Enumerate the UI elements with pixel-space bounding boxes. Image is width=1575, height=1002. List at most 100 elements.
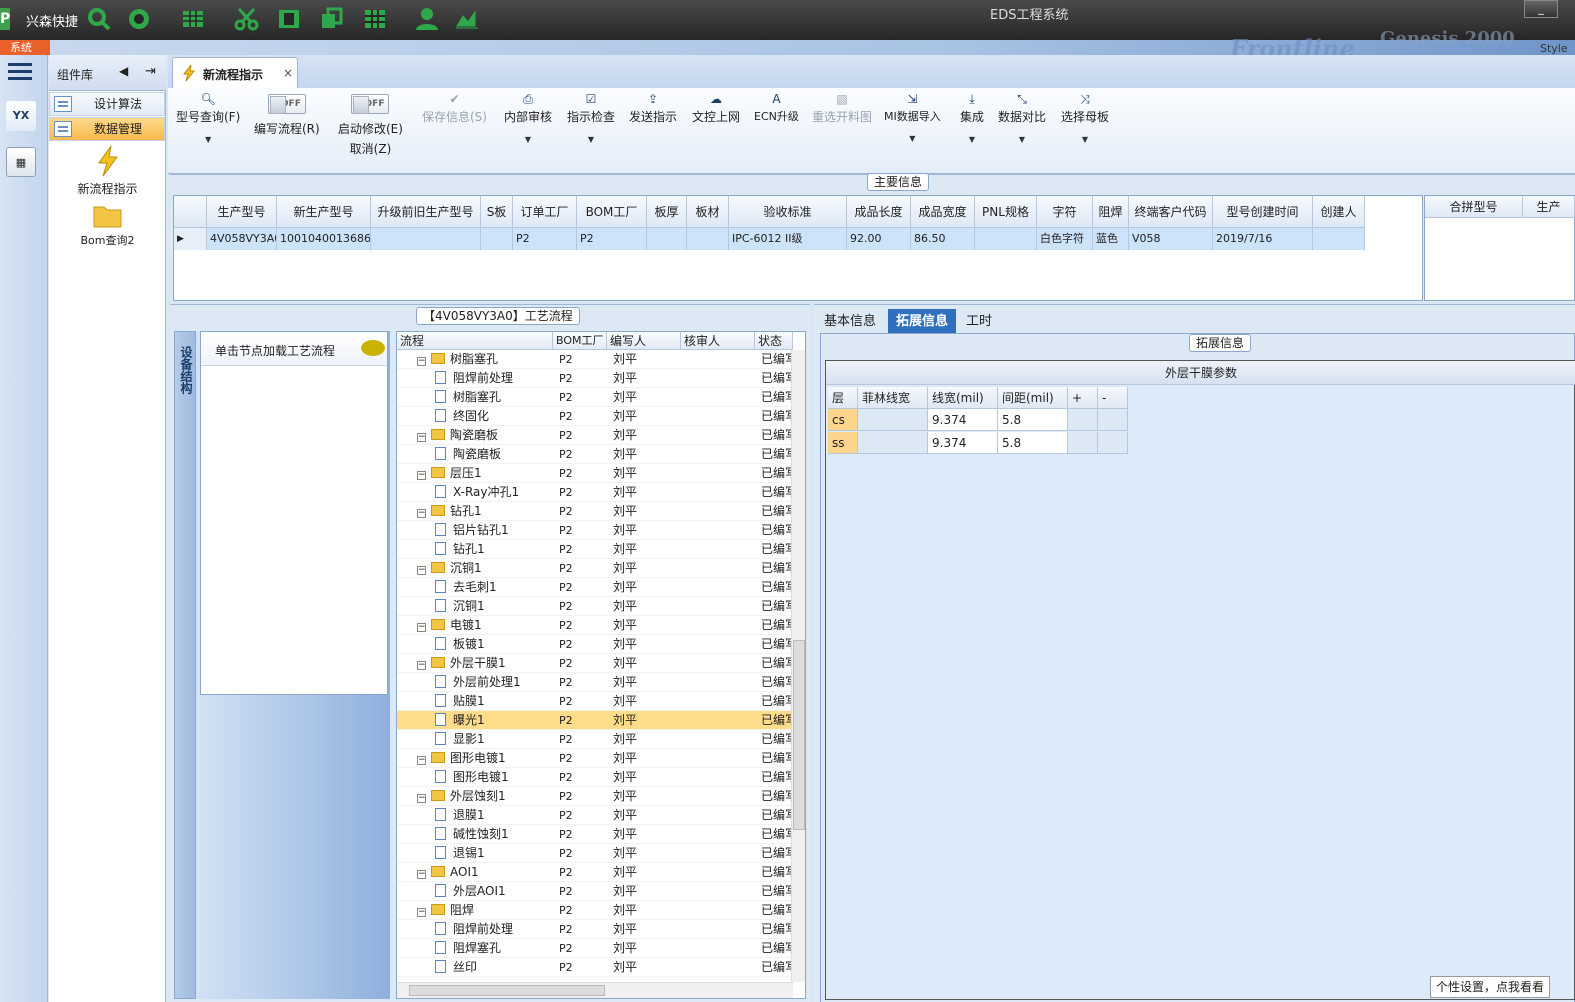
chevron-down-icon[interactable]: ▼ <box>176 135 240 144</box>
search-icon[interactable] <box>86 6 112 32</box>
device-structure-tab[interactable]: 设备结构 <box>174 331 196 999</box>
tree-row[interactable]: 碱性蚀刻1 P2 刘平 已编写 <box>397 825 793 844</box>
tree-row[interactable]: − 外层干膜1 P2 刘平 已编写 <box>397 654 793 673</box>
column-header[interactable]: 状态 <box>755 332 793 350</box>
tree-row[interactable]: 退膜1 P2 刘平 已编写 <box>397 806 793 825</box>
new-flow-instruction-item[interactable]: 新流程指示 <box>49 145 166 197</box>
table-cell[interactable] <box>687 228 729 250</box>
tree-node[interactable]: 曝光1 <box>435 711 553 730</box>
tree-node[interactable]: 图形电镀1 <box>435 768 553 787</box>
tree-row[interactable]: 图形电镀1 P2 刘平 已编写 <box>397 768 793 787</box>
pin-icon[interactable]: ⇥ <box>145 64 156 79</box>
collapse-icon[interactable]: − <box>417 870 426 879</box>
table-cell[interactable]: V058 <box>1129 228 1213 250</box>
table-cell[interactable]: 4V058VY3A0 <box>207 228 277 250</box>
tree-row[interactable]: 树脂塞孔 P2 刘平 已编写 <box>397 388 793 407</box>
table-cell[interactable] <box>647 228 687 250</box>
tree-row[interactable]: 显影1 P2 刘平 已编写 <box>397 730 793 749</box>
model-query-button[interactable]: 🔍︎ 型号查询(F) ▼ <box>176 88 240 144</box>
column-header[interactable]: 核审人 <box>681 332 755 350</box>
tree-node[interactable]: 阻焊塞孔 <box>435 939 553 958</box>
table-cell[interactable]: P2 <box>577 228 647 250</box>
table-cell[interactable] <box>371 228 481 250</box>
param-cell[interactable]: 9.374 <box>928 432 998 454</box>
column-header[interactable]: 间距(mil) <box>998 387 1068 409</box>
column-header[interactable]: 成品长度 <box>847 196 911 228</box>
minimize-button[interactable]: _ <box>1524 0 1558 18</box>
ecn-upgrade-button[interactable]: A ECN升级 <box>754 88 799 124</box>
scrollbar-thumb[interactable] <box>793 640 805 830</box>
tree-node[interactable]: − 钻孔1 <box>417 502 553 521</box>
tree-row[interactable]: − 沉铜1 P2 刘平 已编写 <box>397 559 793 578</box>
tab-work-hours[interactable]: 工时 <box>958 309 1000 335</box>
param-cell[interactable] <box>1068 409 1098 431</box>
tree-row[interactable]: 外层AOI1 P2 刘平 已编写 <box>397 882 793 901</box>
table-cell[interactable] <box>481 228 513 250</box>
tab-basic-info[interactable]: 基本信息 <box>816 309 884 335</box>
upload-file-button[interactable]: ☁ 文控上网 <box>692 88 740 125</box>
collapse-icon[interactable]: − <box>417 661 426 670</box>
tree-node[interactable]: 贴膜1 <box>435 692 553 711</box>
table-cell[interactable]: P2 <box>513 228 577 250</box>
table-cell[interactable] <box>1313 228 1365 250</box>
system-menu[interactable]: 系统 <box>0 40 50 55</box>
table-cell[interactable]: 2019/7/16 <box>1213 228 1313 250</box>
tree-row[interactable]: − 钻孔1 P2 刘平 已编写 <box>397 502 793 521</box>
tree-row[interactable]: 阻焊塞孔 P2 刘平 已编写 <box>397 939 793 958</box>
layer-cell[interactable]: cs <box>828 409 858 431</box>
column-header[interactable]: 板材 <box>687 196 729 228</box>
column-header[interactable]: BOM工厂 <box>577 196 647 228</box>
tree-row[interactable]: 贴膜1 P2 刘平 已编写 <box>397 692 793 711</box>
yx-factory-icon[interactable]: YX <box>6 101 36 131</box>
tree-node[interactable]: − 电镀1 <box>417 616 553 635</box>
collapse-icon[interactable]: − <box>417 357 426 366</box>
tree-row[interactable]: 陶瓷磨板 P2 刘平 已编写 <box>397 445 793 464</box>
table-cell[interactable]: 蓝色 <box>1093 228 1129 250</box>
tree-row[interactable]: − 层压1 P2 刘平 已编写 <box>397 464 793 483</box>
tree-node[interactable]: − AOI1 <box>417 863 553 882</box>
tree-row[interactable]: 丝印 P2 刘平 已编写 <box>397 958 793 977</box>
column-header[interactable]: 线宽(mil) <box>928 387 998 409</box>
toggle-switch[interactable]: OFF <box>267 94 306 114</box>
param-cell[interactable]: 5.8 <box>998 409 1068 431</box>
tree-row[interactable]: 外层前处理1 P2 刘平 已编写 <box>397 673 793 692</box>
tree-node[interactable]: 退锡1 <box>435 844 553 863</box>
collapse-icon[interactable]: − <box>417 908 426 917</box>
param-cell[interactable] <box>1068 432 1098 454</box>
column-header[interactable]: 升级前旧生产型号 <box>371 196 481 228</box>
hamburger-menu-icon[interactable] <box>8 63 32 81</box>
column-header[interactable]: 菲林线宽 <box>858 387 928 409</box>
column-header[interactable]: 编写人 <box>607 332 681 350</box>
chevron-down-icon[interactable]: ▼ <box>884 134 941 143</box>
collapse-icon[interactable]: − <box>417 794 426 803</box>
tree-row[interactable]: − 电镀1 P2 刘平 已编写 <box>397 616 793 635</box>
tree-node[interactable]: 陶瓷磨板 <box>435 445 553 464</box>
column-header[interactable]: PNL规格 <box>975 196 1037 228</box>
grid-icon[interactable] <box>362 6 388 32</box>
collapse-arrow-icon[interactable]: ◀ <box>119 64 128 78</box>
tree-node[interactable]: − 外层蚀刻1 <box>417 787 553 806</box>
column-header[interactable]: 创建人 <box>1313 196 1365 228</box>
column-header[interactable]: 生产型号 <box>207 196 277 228</box>
bom-query-item[interactable]: Bom查询2 <box>49 203 166 248</box>
tree-row[interactable]: 去毛刺1 P2 刘平 已编写 <box>397 578 793 597</box>
tree-row[interactable]: 阻焊前处理 P2 刘平 已编写 <box>397 920 793 939</box>
tree-node[interactable]: 去毛刺1 <box>435 578 553 597</box>
tree-node[interactable]: − 阻焊 <box>417 901 553 920</box>
param-cell[interactable] <box>858 409 928 431</box>
chevron-down-icon[interactable]: ▼ <box>567 135 615 144</box>
column-header[interactable]: 阻焊 <box>1093 196 1129 228</box>
table-cell[interactable]: 86.50 <box>911 228 975 250</box>
column-header[interactable]: 终端客户代码 <box>1129 196 1213 228</box>
tree-row[interactable]: 曝光1 P2 刘平 已编写 <box>397 711 793 730</box>
table-icon[interactable] <box>180 6 206 32</box>
column-header[interactable]: + <box>1068 387 1098 409</box>
tree-node[interactable]: 板镀1 <box>435 635 553 654</box>
data-compare-button[interactable]: ⤡ 数据对比 ▼ <box>998 88 1046 144</box>
table-cell[interactable]: 92.00 <box>847 228 911 250</box>
tree-node[interactable]: X-Ray冲孔1 <box>435 483 553 502</box>
user-icon[interactable] <box>414 6 440 32</box>
table-cell[interactable]: IPC-6012 II级 <box>729 228 847 250</box>
scissors-icon[interactable] <box>234 6 260 32</box>
tree-row[interactable]: 沉铜1 P2 刘平 已编写 <box>397 597 793 616</box>
